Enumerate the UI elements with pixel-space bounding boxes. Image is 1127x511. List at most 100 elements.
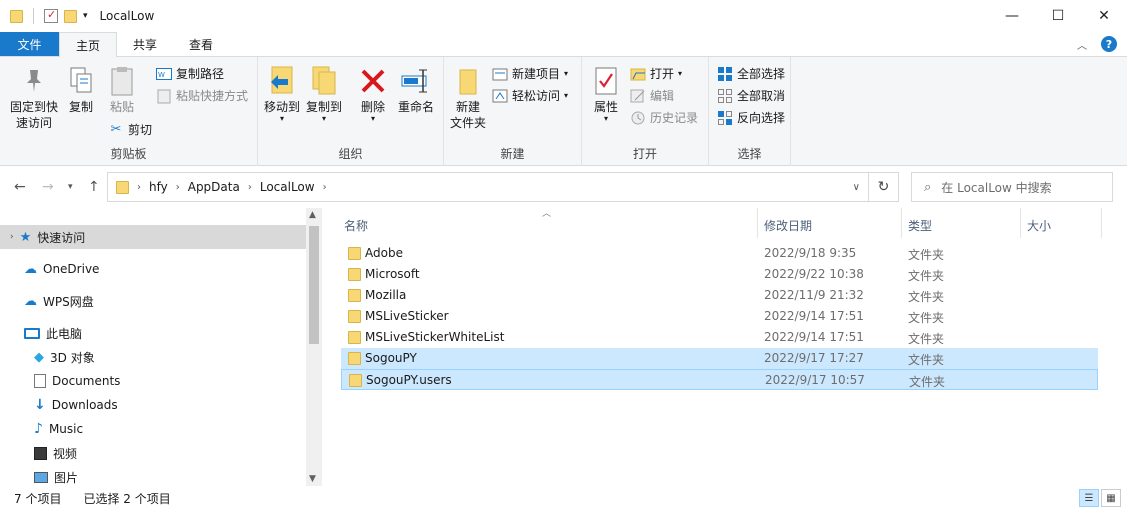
file-row[interactable]: Microsoft 2022/9/22 10:38 文件夹 xyxy=(341,264,1098,285)
forward-arrow-icon[interactable]: → xyxy=(42,179,54,195)
nav-item-videos[interactable]: 视频 xyxy=(0,441,77,465)
copy-to-button[interactable]: 复制到 ▾ xyxy=(304,65,344,123)
delete-button[interactable]: 删除 ▾ xyxy=(358,65,388,123)
close-button[interactable]: ✕ xyxy=(1081,0,1127,32)
nav-item-documents[interactable]: Documents xyxy=(0,369,120,393)
new-item-button[interactable]: 新建项目 ▾ xyxy=(492,65,568,82)
breadcrumb-hfy[interactable]: hfy xyxy=(149,180,168,194)
file-name: Adobe xyxy=(365,246,403,260)
properties-label: 属性 xyxy=(593,100,618,114)
file-row[interactable]: MSLiveSticker 2022/9/14 17:51 文件夹 xyxy=(341,306,1098,327)
open-folder-icon xyxy=(630,66,646,82)
file-name: MSLiveSticker xyxy=(365,309,449,323)
history-icon xyxy=(630,110,646,126)
tab-file[interactable]: 文件 xyxy=(0,32,59,56)
scroll-down-icon[interactable]: ▼ xyxy=(309,474,316,484)
scrollbar-thumb[interactable] xyxy=(309,226,319,344)
rename-button[interactable]: 重命名 xyxy=(396,65,436,115)
refresh-icon[interactable]: ↻ xyxy=(869,172,899,202)
music-note-icon: ♪ xyxy=(34,421,43,437)
breadcrumb-appdata[interactable]: AppData xyxy=(188,180,240,194)
help-icon[interactable]: ? xyxy=(1101,36,1117,52)
chevron-right-icon[interactable]: › xyxy=(248,182,252,193)
file-row[interactable]: Adobe 2022/9/18 9:35 文件夹 xyxy=(341,243,1098,264)
recent-locations-icon[interactable]: ▾ xyxy=(68,182,73,192)
address-bar[interactable]: › hfy › AppData › LocalLow › ∨ xyxy=(107,172,869,202)
chevron-right-icon[interactable]: › xyxy=(176,182,180,193)
tab-home[interactable]: 主页 xyxy=(59,32,118,57)
chevron-right-icon[interactable]: › xyxy=(137,182,141,193)
file-row-selected[interactable]: SogouPY 2022/9/17 17:27 文件夹 xyxy=(341,348,1098,369)
pin-label: 固定到快 速访问 xyxy=(9,100,58,130)
scissors-icon: ✂ xyxy=(110,122,122,137)
file-type: 文件夹 xyxy=(908,311,945,325)
copy-path-button[interactable]: W 复制路径 xyxy=(156,65,224,82)
nav-item-downloads[interactable]: ↓ Downloads xyxy=(0,393,118,417)
nav-item-this-pc[interactable]: 此电脑 xyxy=(0,321,82,345)
column-type[interactable]: 类型 xyxy=(908,217,932,234)
select-all-button[interactable]: 全部选择 xyxy=(717,65,785,82)
back-arrow-icon[interactable]: ← xyxy=(14,179,26,195)
select-none-icon xyxy=(717,88,733,104)
new-folder-button[interactable]: 新建 文件夹 xyxy=(448,65,488,131)
nav-scrollbar[interactable]: ▲ ▼ xyxy=(306,208,322,486)
folder-icon xyxy=(349,374,362,387)
file-row-selected[interactable]: SogouPY.users 2022/9/17 10:57 文件夹 xyxy=(341,369,1098,390)
select-all-icon xyxy=(717,66,733,82)
status-bar: 7 个项目 已选择 2 个项目 xyxy=(0,486,1127,511)
paste-shortcut-label: 粘贴快捷方式 xyxy=(176,89,249,103)
column-size[interactable]: 大小 xyxy=(1027,217,1051,234)
nav-item-onedrive[interactable]: ☁ OneDrive xyxy=(0,257,99,281)
breadcrumb-locallow[interactable]: LocalLow xyxy=(260,180,315,194)
tab-share[interactable]: 共享 xyxy=(117,32,173,56)
tab-view[interactable]: 查看 xyxy=(173,32,229,56)
file-row[interactable]: MSLiveStickerWhiteList 2022/9/14 17:51 文… xyxy=(341,327,1098,348)
maximize-button[interactable]: ☐ xyxy=(1035,0,1081,32)
history-label: 历史记录 xyxy=(650,111,699,125)
nav-item-3d-objects[interactable]: ◆ 3D 对象 xyxy=(0,345,95,369)
easy-access-label: 轻松访问 xyxy=(512,89,561,103)
edit-button[interactable]: 编辑 xyxy=(630,87,674,104)
paste-button[interactable]: 粘贴 xyxy=(104,65,140,115)
chevron-right-icon[interactable]: › xyxy=(323,182,327,193)
expand-chevron-icon[interactable]: › xyxy=(10,232,14,242)
customize-quick-access-icon[interactable]: ▾ xyxy=(83,11,88,21)
move-to-icon xyxy=(267,65,297,97)
copy-button[interactable]: 复制 xyxy=(64,65,98,115)
cut-button[interactable]: ✂ 剪切 xyxy=(108,121,152,138)
column-name[interactable]: 名称 xyxy=(344,217,368,234)
nav-label: Music xyxy=(48,422,84,436)
collapse-ribbon-icon[interactable]: ︿ xyxy=(1077,37,1087,52)
open-button[interactable]: 打开 ▾ xyxy=(630,65,682,82)
large-icons-view-icon[interactable]: ▦ xyxy=(1101,489,1121,507)
file-name: MSLiveStickerWhiteList xyxy=(365,330,505,344)
select-group-label: 选择 xyxy=(737,147,762,161)
details-view-icon[interactable]: ☰ xyxy=(1079,489,1099,507)
pin-icon xyxy=(19,65,49,97)
move-to-button[interactable]: 移动到 ▾ xyxy=(262,65,302,123)
paste-label: 粘贴 xyxy=(109,100,134,114)
pin-quick-access-button[interactable]: 固定到快 速访问 xyxy=(6,65,62,131)
address-dropdown-icon[interactable]: ∨ xyxy=(853,182,860,193)
search-input[interactable]: ⌕ 在 LocalLow 中搜索 xyxy=(911,172,1113,202)
nav-item-music[interactable]: ♪ Music xyxy=(0,417,83,441)
open-group: 属性 ▾ 打开 ▾ 编辑 历史记录 打开 xyxy=(582,57,709,166)
up-arrow-icon[interactable]: ↑ xyxy=(88,179,100,195)
properties-button[interactable]: 属性 ▾ xyxy=(590,65,622,123)
easy-access-button[interactable]: 轻松访问 ▾ xyxy=(492,87,568,104)
select-none-label: 全部取消 xyxy=(737,89,786,103)
nav-item-quick-access[interactable]: › ★ 快速访问 xyxy=(0,225,306,249)
file-row[interactable]: Mozilla 2022/11/9 21:32 文件夹 xyxy=(341,285,1098,306)
history-button[interactable]: 历史记录 xyxy=(630,109,698,126)
select-none-button[interactable]: 全部取消 xyxy=(717,87,785,104)
paste-shortcut-button[interactable]: 粘贴快捷方式 xyxy=(156,87,248,104)
nav-item-wps[interactable]: ☁ WPS网盘 xyxy=(0,289,94,313)
invert-selection-button[interactable]: 反向选择 xyxy=(717,109,785,126)
copy-icon xyxy=(66,65,96,97)
column-date[interactable]: 修改日期 xyxy=(764,217,812,234)
properties-quick-icon[interactable]: ✓ xyxy=(44,8,58,23)
new-folder-quick-icon[interactable] xyxy=(64,9,77,23)
scroll-up-icon[interactable]: ▲ xyxy=(309,210,316,220)
minimize-button[interactable]: — xyxy=(989,0,1035,32)
nav-label: 图片 xyxy=(54,470,79,485)
